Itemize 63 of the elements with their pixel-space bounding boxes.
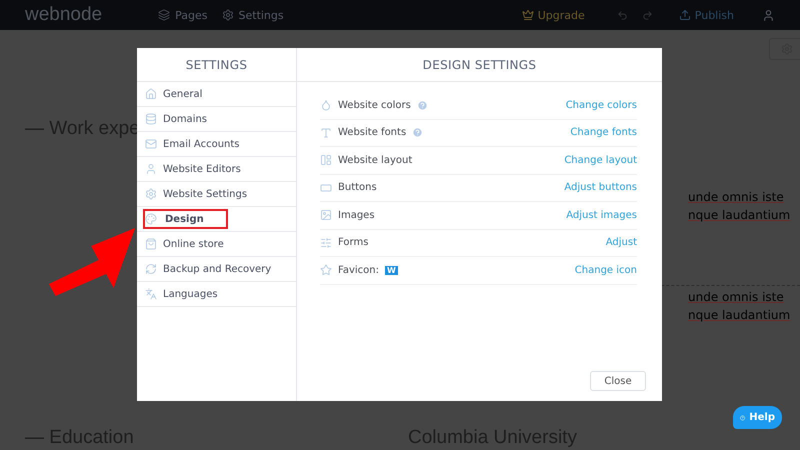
- setting-label: Favicon:: [338, 264, 379, 276]
- setting-link[interactable]: Change colors: [566, 100, 637, 111]
- help-icon[interactable]: [416, 100, 428, 111]
- setting-link[interactable]: Change layout: [564, 154, 637, 166]
- publish-link[interactable]: Publish: [678, 8, 734, 22]
- sidebar-item[interactable]: Backup and Recovery: [137, 257, 296, 282]
- setting-link[interactable]: Adjust images: [566, 210, 637, 221]
- sidebar-item[interactable]: Online store: [137, 232, 296, 257]
- setting-label: Buttons: [338, 182, 377, 194]
- body-text: unde omnis iste: [688, 190, 785, 204]
- redo-icon[interactable]: [642, 10, 653, 20]
- setting-link[interactable]: Change fonts: [570, 127, 637, 138]
- dialog-title: DESIGN SETTINGS: [297, 48, 662, 82]
- sidebar-item[interactable]: Website Settings: [137, 182, 296, 207]
- undo-icon[interactable]: [616, 10, 628, 20]
- nav-link[interactable]: Pages: [158, 8, 208, 22]
- languages-icon: [145, 288, 157, 300]
- favicon-badge: W: [384, 266, 398, 275]
- sliders-icon: [320, 236, 332, 249]
- button-shape-icon: [320, 182, 332, 194]
- setting-link[interactable]: Change icon: [574, 264, 637, 276]
- gear-icon: [145, 188, 157, 200]
- webnode-logo: webnode: [25, 4, 102, 26]
- setting-link[interactable]: Adjust buttons: [564, 182, 637, 194]
- close-button[interactable]: Close: [590, 371, 646, 391]
- font-icon: [320, 126, 332, 139]
- upload-icon: [678, 9, 691, 21]
- house-icon: [145, 88, 157, 100]
- image-icon: [320, 209, 332, 222]
- sidebar-item[interactable]: Email Accounts: [137, 132, 296, 157]
- setting-label: Website layout: [338, 154, 412, 166]
- sidebar-item[interactable]: Domains: [137, 107, 296, 132]
- setting-label: Images: [338, 210, 375, 221]
- palette-icon: [145, 213, 157, 225]
- help-icon[interactable]: [412, 127, 424, 138]
- highlight-frame: Design: [143, 209, 228, 229]
- upgrade-link[interactable]: Upgrade: [522, 8, 585, 22]
- setting-label: Forms: [338, 237, 368, 248]
- bag-icon: [145, 238, 157, 250]
- account-icon[interactable]: [762, 8, 775, 22]
- droplet-icon: [320, 99, 332, 112]
- refresh-icon: [145, 263, 157, 275]
- help-button[interactable]: Help: [733, 406, 782, 429]
- setting-label: Website fonts: [338, 127, 406, 138]
- layers-icon: [158, 9, 170, 21]
- setting-link[interactable]: Adjust: [606, 237, 637, 248]
- nav-link[interactable]: Settings: [222, 8, 284, 22]
- body-text: nque laudantium: [688, 308, 792, 322]
- sidebar-item[interactable]: General: [137, 82, 296, 107]
- person-icon: [145, 163, 157, 175]
- layout-icon: [320, 154, 332, 166]
- sidebar-item[interactable]: Website Editors: [137, 157, 296, 182]
- sidebar-item[interactable]: Languages: [137, 282, 296, 307]
- body-text: nque laudantium: [688, 208, 792, 222]
- star-icon: [320, 264, 332, 276]
- sidebar-title: SETTINGS: [137, 48, 296, 82]
- crown-icon: [522, 9, 534, 21]
- setting-label: Website colors: [338, 100, 411, 111]
- settings-icon: [222, 9, 234, 21]
- body-text: unde omnis iste: [688, 290, 785, 304]
- sidebar-item[interactable]: Design: [137, 207, 296, 232]
- envelope-icon: [145, 138, 157, 150]
- database-icon: [145, 113, 157, 125]
